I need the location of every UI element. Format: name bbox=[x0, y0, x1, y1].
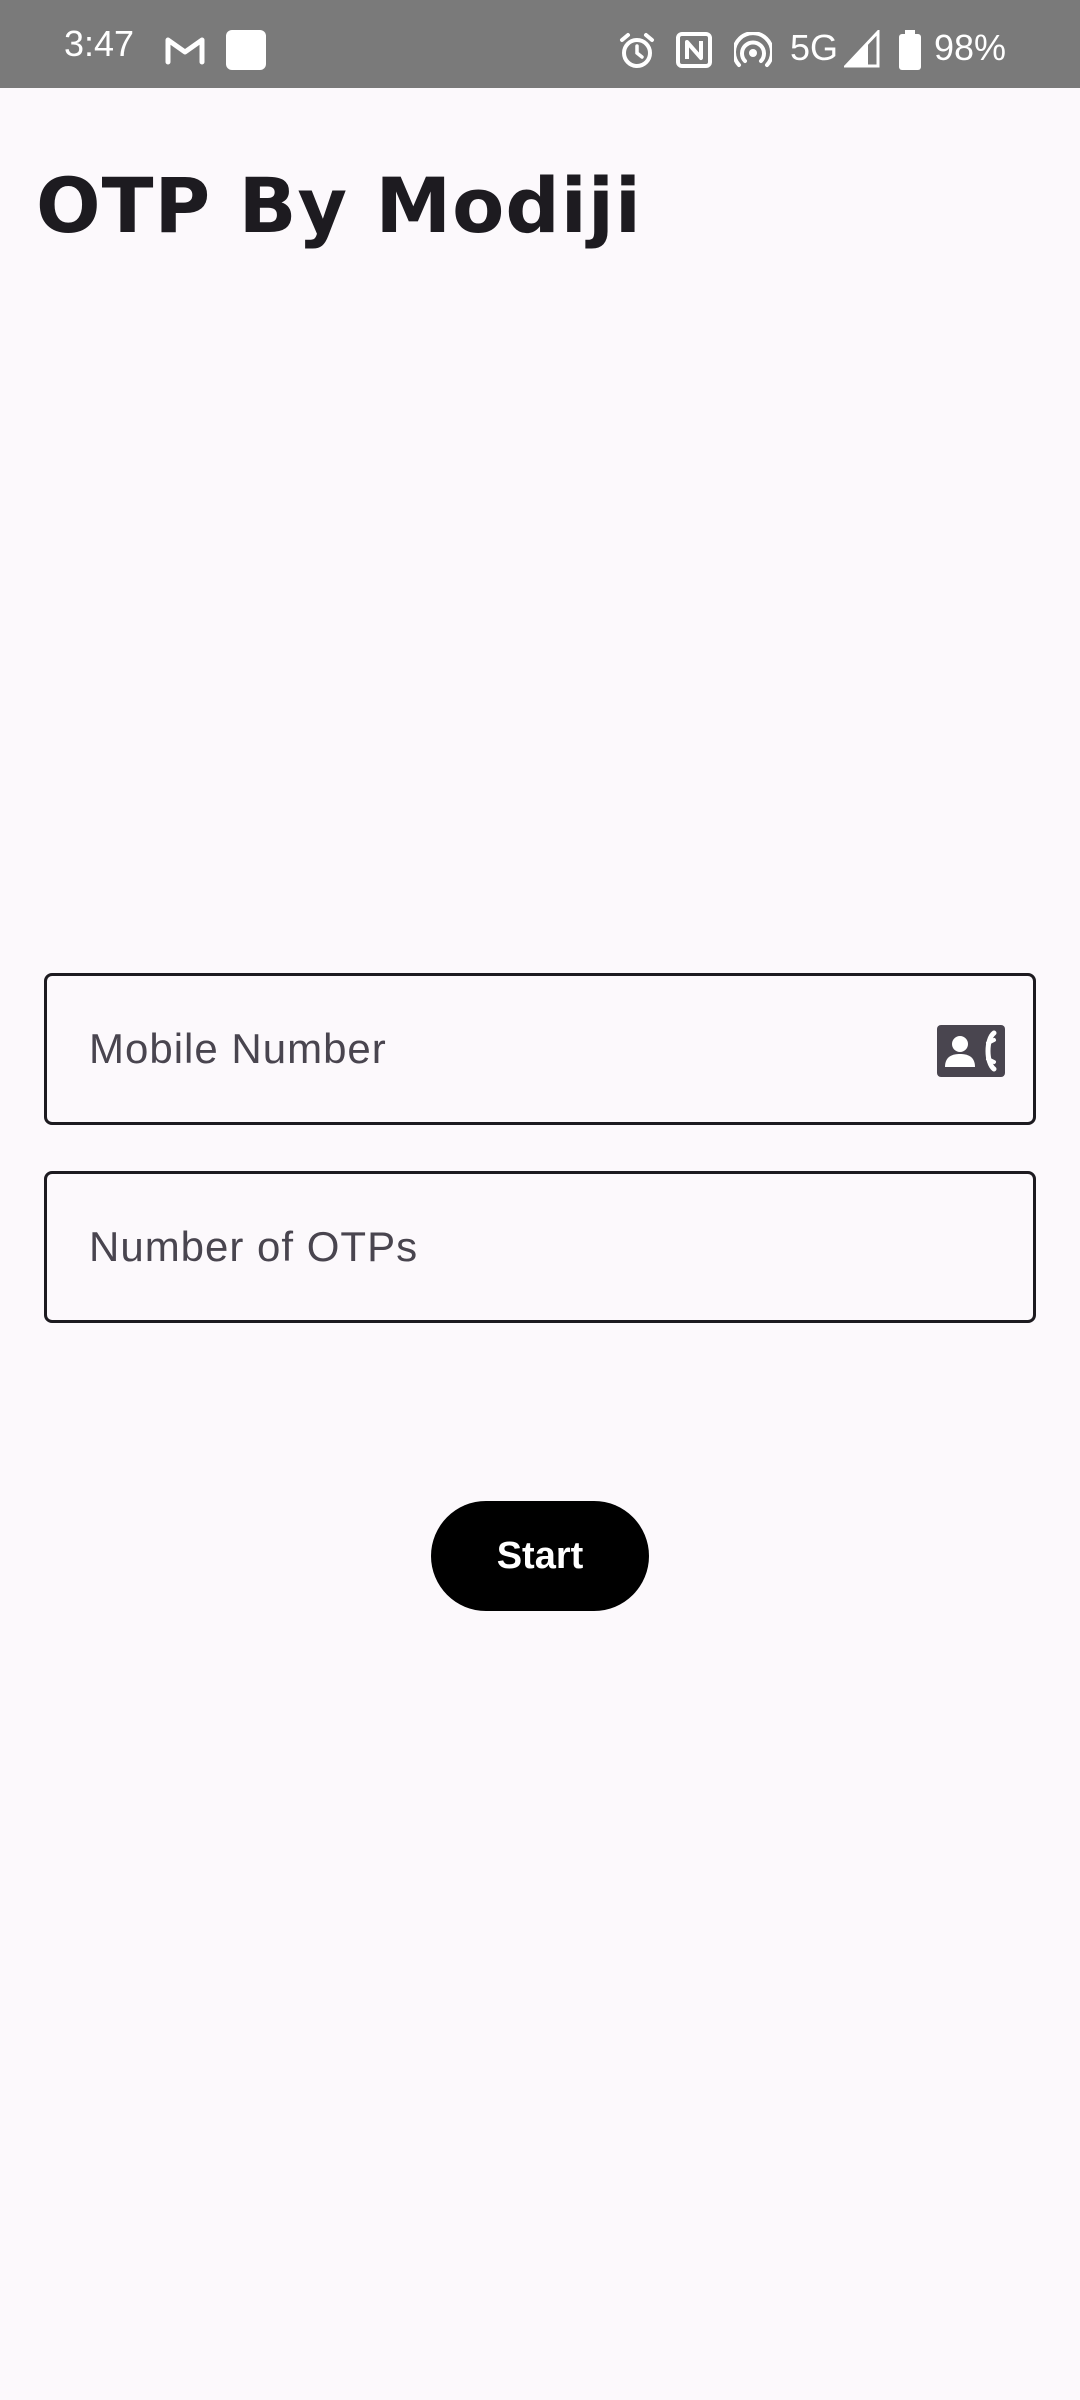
page-title: OTP By Modiji bbox=[36, 161, 642, 250]
contact-phone-icon[interactable] bbox=[937, 1025, 1005, 1077]
mobile-number-field[interactable] bbox=[44, 973, 1036, 1125]
battery-percentage: 98% bbox=[934, 27, 1007, 68]
status-bar: 3:47 5G 98% bbox=[0, 0, 1080, 88]
battery-icon bbox=[899, 30, 921, 70]
nfc-icon bbox=[676, 32, 712, 68]
signal-icon bbox=[844, 30, 880, 68]
number-of-otps-field[interactable] bbox=[44, 1171, 1036, 1323]
mobile-number-input[interactable] bbox=[89, 976, 949, 1122]
gmail-icon bbox=[165, 37, 205, 65]
network-type-label: 5G bbox=[790, 27, 839, 68]
start-button[interactable]: Start bbox=[431, 1501, 649, 1611]
number-of-otps-input[interactable] bbox=[89, 1174, 949, 1320]
square-notification-icon bbox=[226, 30, 266, 70]
hotspot-icon bbox=[734, 32, 772, 67]
status-time: 3:47 bbox=[64, 23, 135, 64]
alarm-icon bbox=[620, 33, 654, 68]
